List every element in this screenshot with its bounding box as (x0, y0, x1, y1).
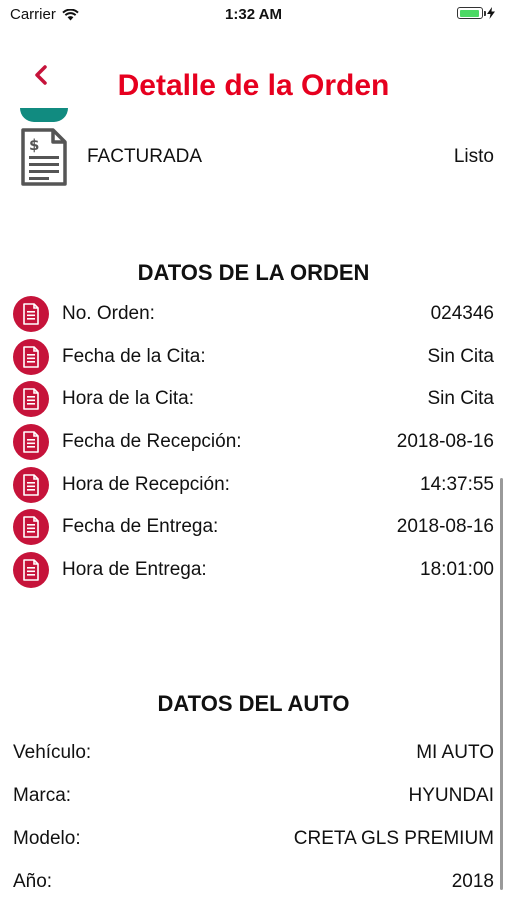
page-title: Detalle de la Orden (117, 69, 390, 102)
order-status-row: $ FACTURADA Listo (0, 108, 507, 198)
scrollbar[interactable] (500, 478, 503, 890)
document-icon (13, 338, 49, 375)
order-detail-row: Fecha de Entrega: 2018-08-16 (0, 506, 507, 549)
car-detail-row: Vehículo: MI AUTO (0, 734, 507, 777)
status-indicator-arc (20, 108, 68, 122)
order-detail-label: Hora de Entrega: (62, 559, 207, 581)
car-detail-row: Marca: HYUNDAI (0, 777, 507, 820)
document-icon (13, 552, 49, 589)
document-icon (13, 424, 49, 461)
order-detail-label: No. Orden: (62, 303, 155, 324)
order-detail-value: Sin Cita (427, 388, 494, 410)
charging-icon (487, 7, 495, 19)
car-detail-label: Año: (13, 871, 53, 892)
document-icon (13, 509, 49, 546)
car-detail-value: MI AUTO (416, 742, 494, 763)
status-bar: Carrier 1:32 AM (0, 0, 507, 30)
document-icon (13, 296, 49, 332)
order-status-value: Listo (453, 146, 494, 167)
order-detail-row: Fecha de Recepción: 2018-08-16 (0, 421, 507, 464)
navigation-bar: Detalle de la Orden (0, 55, 507, 115)
document-icon (13, 381, 49, 418)
order-detail-value: 024346 (430, 303, 494, 324)
car-detail-value: 2018 (451, 871, 494, 892)
order-details-list: No. Orden: 024346 Fecha de la Cita: Sin Cit… (0, 293, 507, 592)
order-status-label: FACTURADA (87, 146, 203, 167)
svg-text:$: $ (29, 136, 39, 154)
order-detail-label: Hora de Recepción: (62, 473, 230, 495)
order-detail-row: Hora de Recepción: 14:37:55 (0, 464, 507, 507)
invoice-document-icon: $ (20, 128, 68, 191)
order-detail-label: Fecha de Entrega: (62, 516, 219, 538)
clock: 1:32 AM (225, 6, 282, 23)
car-detail-label: Marca: (13, 785, 72, 806)
car-details-list: Vehículo: MI AUTO Marca: HYUNDAI Modelo: CRET… (0, 734, 507, 906)
order-detail-row: Fecha de la Cita: Sin Cita (0, 336, 507, 379)
battery-status (457, 7, 495, 19)
order-detail-label: Fecha de la Cita: (62, 345, 206, 367)
order-detail-value: 2018-08-16 (396, 431, 494, 453)
order-detail-value: 14:37:55 (420, 473, 494, 495)
order-detail-label: Fecha de Recepción: (62, 431, 242, 453)
order-detail-row: Hora de la Cita: Sin Cita (0, 378, 507, 421)
car-detail-row: Modelo: CRETA GLS PREMIUM (0, 820, 507, 863)
car-detail-label: Vehículo: (13, 742, 92, 763)
order-detail-row: Hora de Entrega: 18:01:00 (0, 549, 507, 592)
document-icon (13, 466, 49, 503)
order-detail-value: 2018-08-16 (396, 516, 494, 538)
car-section-title: DATOS DEL AUTO (157, 691, 350, 716)
order-detail-row: No. Orden: 024346 (0, 293, 507, 336)
battery-icon (457, 7, 486, 19)
car-detail-value: CRETA GLS PREMIUM (293, 828, 494, 849)
car-detail-label: Modelo: (13, 828, 81, 849)
order-section-title: DATOS DE LA ORDEN (137, 260, 370, 285)
order-detail-value: 18:01:00 (420, 559, 494, 581)
order-detail-label: Hora de la Cita: (62, 388, 195, 410)
car-detail-value: HYUNDAI (408, 785, 494, 806)
order-detail-value: Sin Cita (427, 345, 494, 367)
